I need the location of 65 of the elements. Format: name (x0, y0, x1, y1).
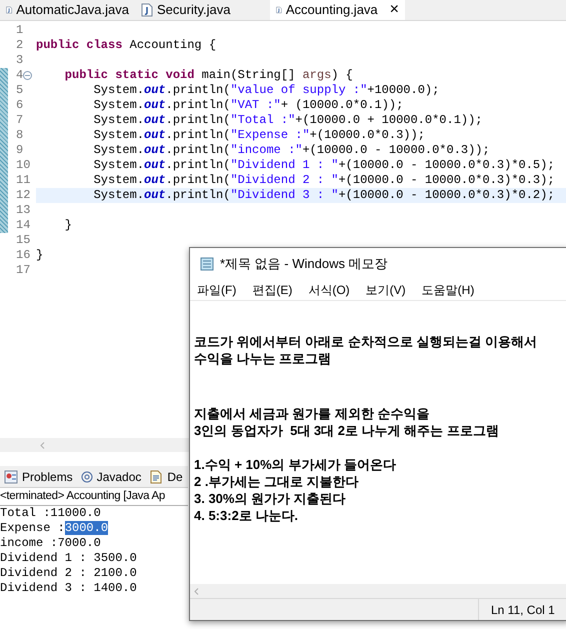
line-number: 6 (16, 98, 24, 113)
line-number: 11 (16, 173, 30, 188)
line-number: 7 (16, 113, 24, 128)
editor-tab[interactable]: Accounting.java × (270, 0, 405, 20)
java-file-icon (141, 3, 153, 17)
line-number: 17 (16, 263, 30, 278)
code-line: System.out.println("income :"+(10000.0 - 10000.0*0.3)); (92, 143, 491, 158)
code-line: System.out.println("VAT :"+ (10000.0*0.1)); (92, 98, 404, 113)
view-tab[interactable]: Javadoc (80, 468, 142, 486)
line-number: 10 (16, 158, 30, 173)
code-line: public static void main(String[] args) { (64, 68, 354, 83)
line-number: 12 (16, 188, 30, 203)
line-number: 9 (16, 143, 24, 158)
line-number: 3 (16, 53, 24, 68)
console-line: Expense :3000.0 (0, 521, 110, 536)
console-line: Dividend 2 : 2100.0 (0, 566, 138, 581)
window-title: *제목 없음 - Windows 메모장 (220, 255, 388, 274)
scroll-left-icon[interactable] (40, 442, 45, 448)
editor-tab[interactable]: Security.java (135, 0, 270, 20)
text-line: 4. 5:3:2로 나눈다. (194, 507, 300, 524)
view-tab[interactable]: De (149, 468, 183, 486)
menu-item[interactable]: 보기(V) (366, 281, 406, 299)
text-line: 코드가 위에서부터 아래로 순차적으로 실행되는걸 이용해서 (194, 333, 538, 350)
console-line: Dividend 3 : 1400.0 (0, 581, 138, 596)
code-line: System.out.println("Expense :"+(10000.0*0.3)); (92, 128, 426, 143)
text-line: 1.수익 + 10%의 부가세가 들어온다 (194, 456, 397, 473)
menu-item[interactable]: 편집(E) (252, 281, 292, 299)
code-line: System.out.println("Dividend 2 : "+(10000.0 - 10000.0*0.3)*0.3); (92, 173, 556, 188)
console-line: Total :11000.0 (0, 506, 102, 521)
line-number: 8 (16, 128, 24, 143)
view-tab[interactable]: Problems (4, 468, 73, 486)
line-number: 4 (16, 68, 24, 83)
problems-icon (4, 470, 18, 484)
document-icon (149, 470, 164, 484)
close-icon[interactable]: × (390, 2, 399, 18)
line-number: 14 (16, 218, 30, 233)
editor-tab[interactable]: AutomaticJava.java (0, 0, 135, 20)
line-number: 13 (16, 203, 30, 218)
text-line: 2 .부가세는 그대로 지불한다 (194, 473, 360, 490)
scroll-left-icon[interactable] (194, 588, 199, 594)
console-line: income :7000.0 (0, 536, 102, 551)
line-number: 5 (16, 83, 24, 98)
line-number: 2 (16, 38, 24, 53)
text-line: 수익을 나누는 프로그램 (194, 350, 332, 367)
notepad-icon (200, 257, 214, 271)
text-line: 3인의 동업자가 5대 3대 2로 나누게 해주는 프로그램 (194, 422, 500, 439)
fold-icon[interactable] (23, 71, 32, 80)
line-number: 1 (16, 23, 24, 38)
menu-item[interactable]: 서식(O) (308, 281, 350, 299)
code-line: System.out.println("value of supply :"+10000.0); (92, 83, 440, 98)
at-icon (80, 470, 93, 482)
menu-item[interactable]: 도움말(H) (422, 281, 474, 299)
text-line: 3. 30%의 원가가 지출된다 (194, 490, 347, 507)
line-number: 16 (16, 248, 30, 263)
text-line: 지출에서 세금과 원가를 제외한 순수익을 (194, 405, 430, 422)
code-line: } (36, 248, 44, 263)
menu-item[interactable]: 파일(F) (197, 281, 236, 299)
console-line: Dividend 1 : 3500.0 (0, 551, 138, 566)
code-line: System.out.println("Dividend 1 : "+(10000.0 - 10000.0*0.3)*0.5); (92, 158, 556, 173)
code-line: } (64, 218, 74, 233)
console-header: <terminated> Accounting [Java Ap (0, 488, 188, 506)
line-number: 15 (16, 233, 30, 248)
code-line: System.out.println("Total :"+(10000.0 + 10000.0*0.1)); (92, 113, 484, 128)
status-position: Ln 11, Col 1 (478, 599, 566, 620)
code-line: public class Accounting { (36, 38, 218, 53)
